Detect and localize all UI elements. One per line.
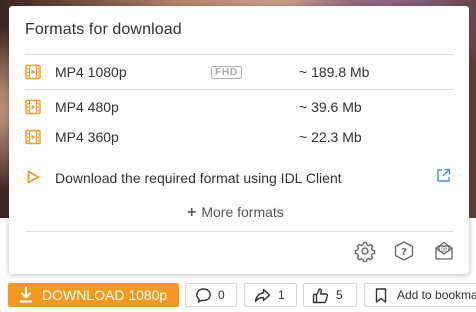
format-row-mp4-480p[interactable]: MP4 480p ~ 39.6 Mb bbox=[25, 94, 453, 122]
video-file-icon bbox=[25, 64, 41, 80]
fhd-badge: FHD bbox=[211, 66, 242, 79]
external-link-icon[interactable] bbox=[436, 168, 451, 183]
bookmark-icon bbox=[375, 288, 387, 303]
settings-icon[interactable] bbox=[354, 240, 376, 262]
format-name: MP4 480p bbox=[55, 99, 119, 115]
divider bbox=[25, 231, 453, 232]
more-formats-button[interactable]: + More formats bbox=[187, 204, 284, 222]
plus-icon: + bbox=[187, 204, 197, 221]
svg-text:@: @ bbox=[441, 246, 447, 253]
divider bbox=[25, 89, 453, 90]
share-icon bbox=[254, 288, 271, 303]
shares-count: 1 bbox=[278, 288, 285, 302]
thumbs-up-icon bbox=[312, 288, 329, 304]
download-icon bbox=[20, 287, 32, 303]
play-icon bbox=[27, 170, 40, 184]
comments-button[interactable]: 0 bbox=[185, 283, 237, 307]
help-icon[interactable]: ? bbox=[393, 240, 415, 262]
format-row-mp4-1080p[interactable]: MP4 1080p FHD ~ 189.8 Mb bbox=[25, 59, 453, 87]
comments-count: 0 bbox=[218, 288, 225, 302]
mail-icon[interactable]: @ bbox=[433, 240, 455, 262]
format-row-mp4-360p[interactable]: MP4 360p ~ 22.3 Mb bbox=[25, 124, 453, 152]
likes-count: 5 bbox=[336, 288, 343, 302]
like-button[interactable]: 5 bbox=[303, 283, 357, 307]
more-formats-label: More formats bbox=[201, 204, 284, 220]
popup-title: Formats for download bbox=[25, 21, 182, 38]
format-name: MP4 1080p bbox=[55, 64, 127, 80]
format-size: ~ 22.3 Mb bbox=[299, 129, 362, 145]
add-to-bookmarks-button[interactable]: Add to bookmarks bbox=[364, 283, 476, 307]
format-size: ~ 39.6 Mb bbox=[299, 99, 362, 115]
download-button[interactable]: DOWNLOAD 1080p bbox=[8, 283, 179, 307]
bookmark-label: Add to bookmarks bbox=[397, 288, 476, 302]
divider bbox=[25, 54, 453, 55]
download-label: DOWNLOAD 1080p bbox=[42, 287, 168, 303]
comment-icon bbox=[196, 288, 211, 303]
format-name: MP4 360p bbox=[55, 129, 119, 145]
download-formats-popup: Formats for download MP4 1080p FHD ~ 189… bbox=[9, 6, 469, 274]
video-file-icon bbox=[25, 129, 41, 145]
share-button[interactable]: 1 bbox=[244, 283, 297, 307]
idl-client-text: Download the required format using IDL C… bbox=[55, 170, 342, 186]
video-file-icon bbox=[25, 99, 41, 115]
svg-text:?: ? bbox=[401, 247, 407, 258]
format-size: ~ 189.8 Mb bbox=[299, 64, 370, 80]
idl-client-link[interactable]: Download the required format using IDL C… bbox=[25, 166, 453, 190]
